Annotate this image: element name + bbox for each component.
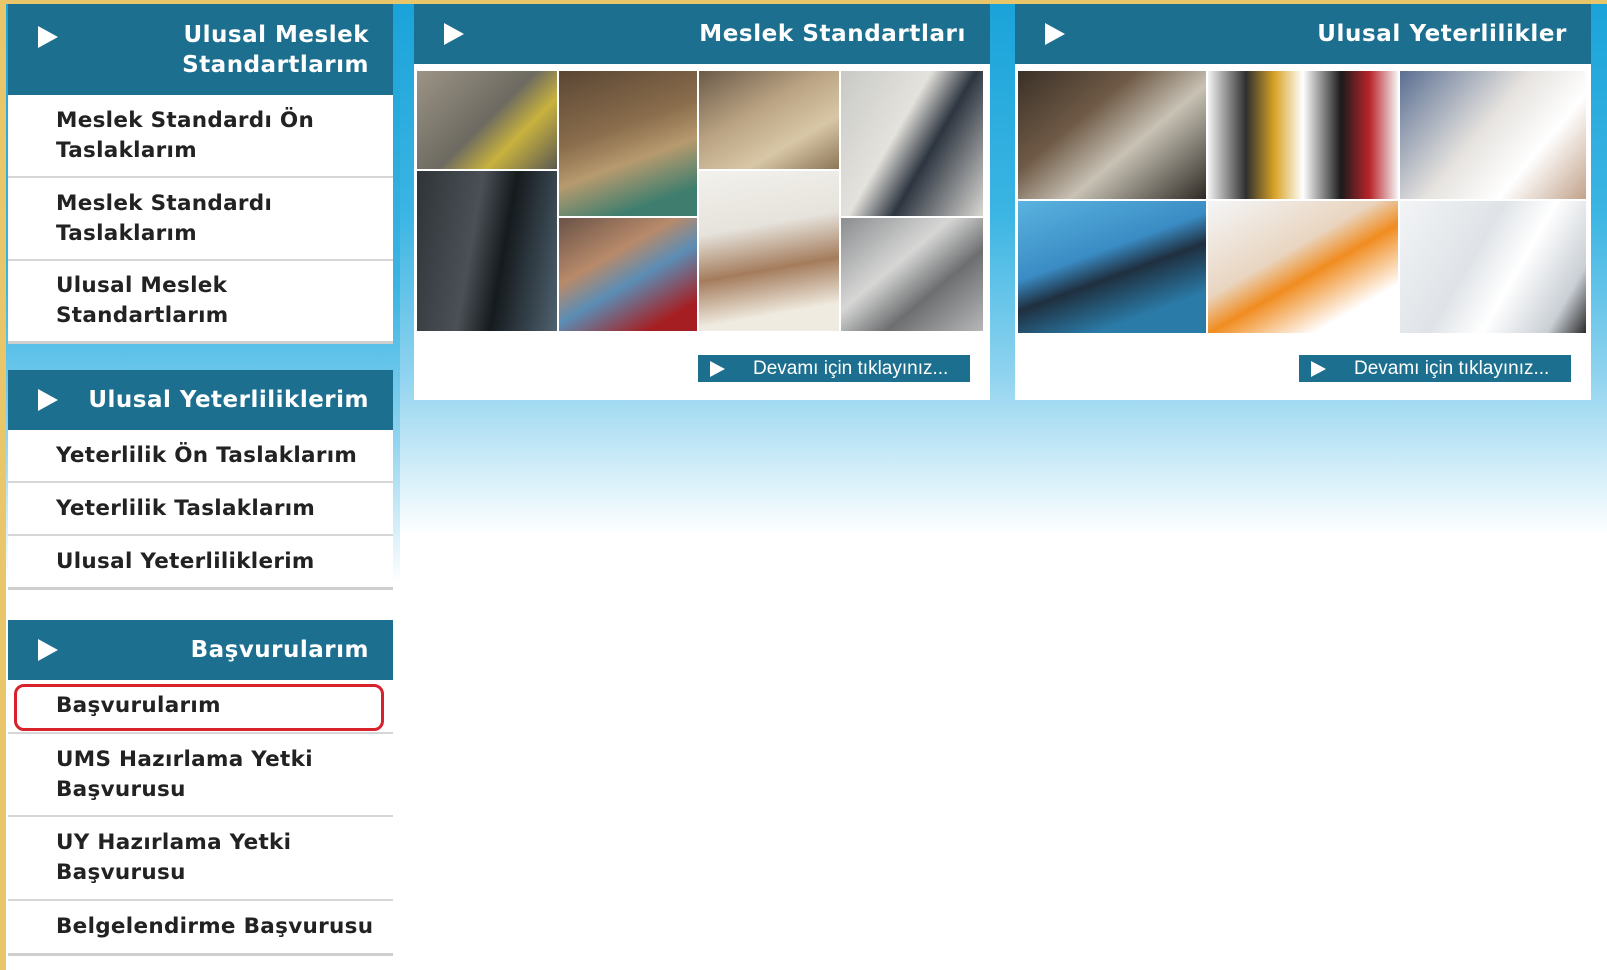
- left-border: [0, 0, 6, 970]
- menu-applications-title: Başvurularım: [190, 637, 369, 663]
- play-triangle-icon: [1311, 361, 1326, 377]
- menu-applications-header[interactable]: Başvurularım: [8, 620, 393, 680]
- menu-item-label: Başvurusu: [56, 776, 186, 802]
- menu-item-standard-drafts[interactable]: Meslek Standardı Taslaklarım: [8, 178, 393, 261]
- woodwork-photo: [698, 70, 840, 170]
- server-room-photo: [416, 170, 558, 332]
- play-triangle-icon: [38, 639, 58, 661]
- menu-qualifications: Ulusal Yeterliliklerim Yeterlilik Ön Tas…: [8, 370, 393, 590]
- menu-item-national-qualifications[interactable]: Ulusal Yeterliliklerim: [8, 536, 393, 590]
- silhouette-photo: [1017, 200, 1207, 334]
- panel-national-qualifications-header[interactable]: Ulusal Yeterlilikler: [1015, 4, 1591, 64]
- menu-item-label: Meslek Standardı: [56, 190, 273, 216]
- play-triangle-icon: [1045, 23, 1065, 45]
- writing-man-photo: [1017, 70, 1207, 200]
- panel-occupational-standards-header[interactable]: Meslek Standartları: [414, 4, 990, 64]
- menu-item-label: Belgelendirme Başvurusu: [56, 914, 374, 939]
- menu-item-certification-application[interactable]: Belgelendirme Başvurusu: [8, 901, 393, 956]
- menu-standards-title-line1: Ulusal Meslek: [183, 22, 369, 48]
- panel-national-qualifications: Ulusal Yeterlilikler Devamı için tıklayı…: [1015, 4, 1591, 400]
- play-triangle-icon: [38, 26, 58, 48]
- checkbox-pen-photo: [1207, 200, 1399, 334]
- menu-item-label: Meslek Standardı Ön: [56, 107, 315, 133]
- panel-title: Ulusal Yeterlilikler: [1317, 21, 1567, 47]
- menu-item-label: Taslaklarım: [56, 137, 197, 163]
- more-button-label: Devamı için tıklayınız...: [1354, 357, 1550, 379]
- factory-photo: [840, 217, 984, 332]
- play-triangle-icon: [38, 389, 58, 411]
- puzzle-photo: [1399, 200, 1587, 334]
- more-button-qualifications[interactable]: Devamı için tıklayınız...: [1299, 355, 1571, 382]
- menu-item-label: UMS Hazırlama Yetki: [56, 746, 313, 772]
- photo-collage: [416, 70, 984, 332]
- more-button-label: Devamı için tıklayınız...: [753, 357, 949, 379]
- menu-qualifications-title: Ulusal Yeterliliklerim: [88, 387, 369, 413]
- business-photo: [840, 70, 984, 217]
- mining-photo: [558, 70, 698, 217]
- menu-item-qualification-pre-drafts[interactable]: Yeterlilik Ön Taslaklarım: [8, 430, 393, 483]
- textile-worker-photo: [558, 217, 698, 332]
- menu-item-label: Taslaklarım: [56, 220, 197, 246]
- menu-item-national-standards[interactable]: Ulusal Meslek Standartlarım: [8, 261, 393, 344]
- menu-item-label: Başvurusu: [56, 860, 186, 885]
- menu-standards: Ulusal Meslek Standartlarım Meslek Stand…: [8, 4, 393, 344]
- menu-item-label: Ulusal Yeterliliklerim: [56, 548, 315, 574]
- highlight-box: [14, 684, 384, 731]
- menu-item-qualification-drafts[interactable]: Yeterlilik Taslaklarım: [8, 483, 393, 536]
- menu-item-label: Standartlarım: [56, 303, 229, 328]
- workers-group-photo: [1207, 70, 1399, 200]
- menu-item-ums-authorization[interactable]: UMS Hazırlama Yetki Başvurusu: [8, 734, 393, 817]
- menu-item-uy-authorization[interactable]: UY Hazırlama Yetki Başvurusu: [8, 817, 393, 901]
- play-triangle-icon: [444, 23, 464, 45]
- play-triangle-icon: [710, 361, 725, 377]
- more-button-standards[interactable]: Devamı için tıklayınız...: [698, 355, 970, 382]
- menu-item-standard-pre-drafts[interactable]: Meslek Standardı Ön Taslaklarım: [8, 95, 393, 178]
- construction-photo: [416, 70, 558, 170]
- panel-title: Meslek Standartları: [699, 21, 966, 47]
- menu-standards-title-line2: Standartlarım: [182, 52, 369, 78]
- signing-document-photo: [1399, 70, 1587, 200]
- menu-item-label: Yeterlilik Taslaklarım: [56, 495, 316, 521]
- panel-occupational-standards: Meslek Standartları Devamı için tıklayın…: [414, 4, 990, 400]
- chef-photo: [698, 170, 840, 332]
- menu-qualifications-header[interactable]: Ulusal Yeterliliklerim: [8, 370, 393, 430]
- menu-standards-header[interactable]: Ulusal Meslek Standartlarım: [8, 4, 393, 95]
- menu-item-label: UY Hazırlama Yetki: [56, 830, 292, 855]
- menu-item-label: Ulusal Meslek: [56, 273, 228, 298]
- menu-item-my-applications[interactable]: Başvurularım: [8, 680, 393, 734]
- photo-collage: [1017, 70, 1587, 334]
- menu-item-label: Yeterlilik Ön Taslaklarım: [56, 442, 358, 468]
- menu-applications: Başvurularım Başvurularım UMS Hazırlama …: [8, 620, 393, 956]
